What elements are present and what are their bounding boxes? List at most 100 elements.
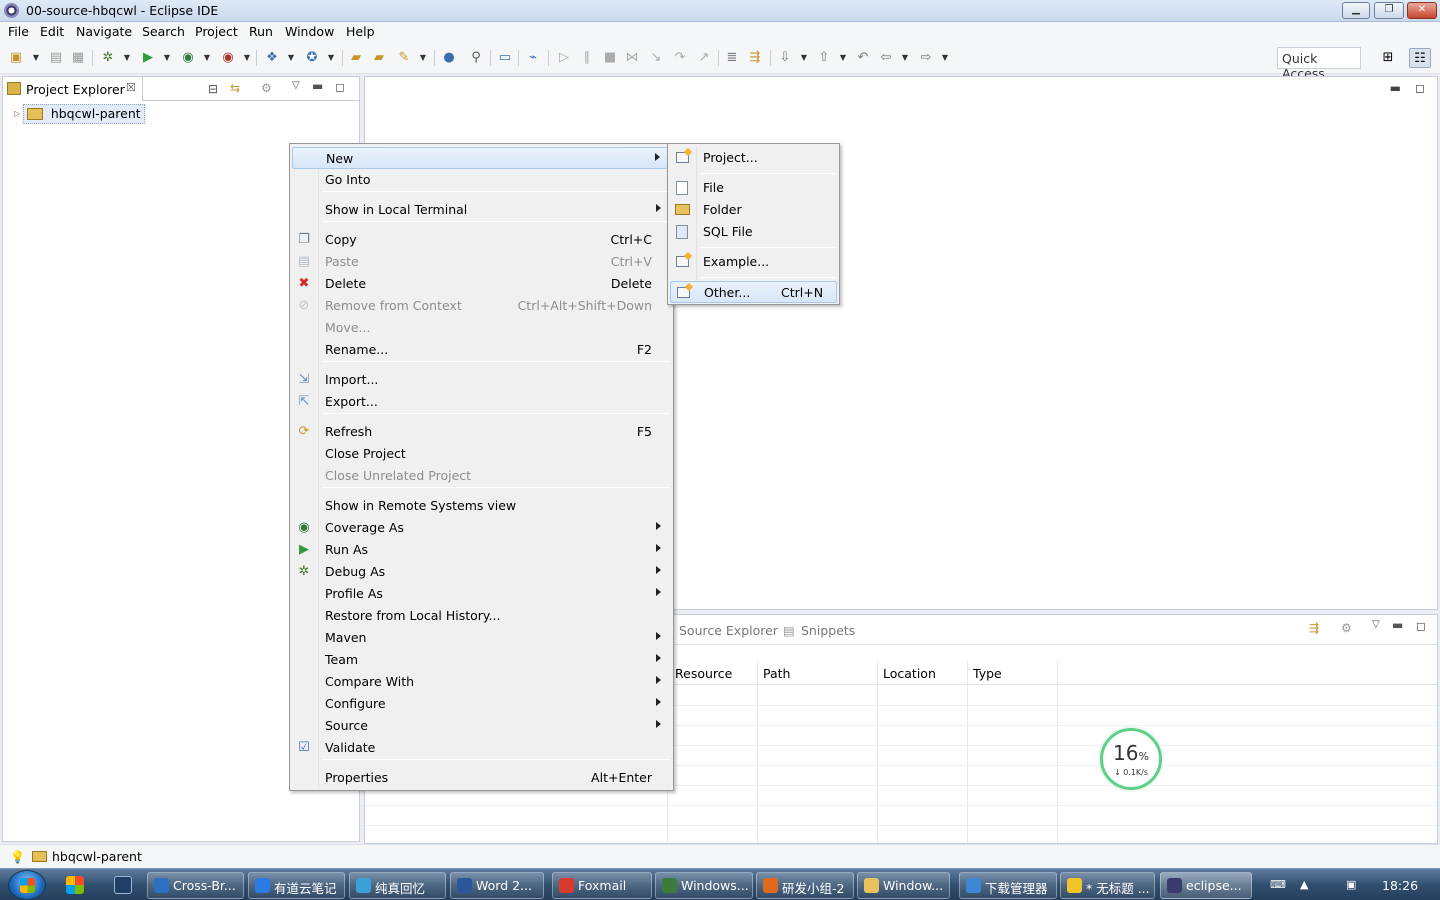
taskbar-item-app-8[interactable]: 下载管理器 (959, 872, 1057, 899)
menu-item-rename[interactable]: Rename... F2 (292, 339, 671, 361)
next-annotation-icon[interactable]: ⇩ (777, 50, 793, 66)
column-header-type[interactable]: Type (973, 666, 1002, 681)
menu-item-paste[interactable]: ▤ Paste Ctrl+V (292, 251, 671, 273)
new-dropdown-icon[interactable]: ▼ (32, 50, 40, 66)
taskbar-item-word-2[interactable]: Word 2... (450, 872, 544, 899)
menu-item-remove-from-context[interactable]: ⊘ Remove from Context Ctrl+Alt+Shift+Down (292, 295, 671, 317)
column-header-resource[interactable]: Resource (675, 666, 732, 681)
column-header-location[interactable]: Location (883, 666, 936, 681)
taskbar-item-windows[interactable]: Windows... (655, 872, 753, 899)
menu-run[interactable]: Run (249, 24, 273, 39)
restore-window-button[interactable]: ❐ (1374, 2, 1404, 19)
maximize-view-icon[interactable]: ◻ (1416, 619, 1426, 633)
menu-item-export[interactable]: ⇱ Export... (292, 391, 671, 413)
last-edit-location-icon[interactable]: ↶ (855, 50, 871, 66)
menu-item-import[interactable]: ⇲ Import... (292, 369, 671, 391)
tree-item-hbqcwl-parent[interactable]: hbqcwl-parent (23, 104, 145, 124)
taskbar-item-window[interactable]: Window... (857, 872, 950, 899)
lightbulb-icon[interactable]: 💡 (10, 850, 25, 864)
menu-item-coverage-as[interactable]: ◉ Coverage As (292, 517, 671, 539)
menu-item-close-project[interactable]: Close Project (292, 443, 671, 465)
menu-item-refresh[interactable]: ⟳ Refresh F5 (292, 421, 671, 443)
menu-window[interactable]: Window (285, 24, 334, 39)
previous-annotation-icon[interactable]: ⇧ (816, 50, 832, 66)
show-desktop-icon[interactable] (114, 876, 132, 894)
open-task-icon[interactable]: ▰ (371, 50, 387, 66)
collapse-all-icon[interactable]: ⊟ (208, 82, 218, 96)
tab-snippets[interactable]: Snippets (801, 623, 855, 638)
toggle-breadcrumb-icon[interactable]: ⚲ (468, 50, 484, 66)
close-icon[interactable]: ☒ (126, 81, 136, 94)
keyboard-icon[interactable]: ⌨ (1270, 878, 1286, 891)
search-dropdown-icon[interactable]: ▼ (419, 50, 427, 66)
project-explorer-tab[interactable]: Project Explorer ☒ (3, 77, 143, 101)
coverage-dropdown-icon[interactable]: ▼ (203, 50, 211, 66)
tab-source-explorer[interactable]: Source Explorer (679, 623, 778, 638)
link-with-editor-icon[interactable]: ⇆ (230, 81, 240, 95)
resume-icon[interactable]: ▷ (556, 50, 572, 66)
external-tools-icon[interactable]: ◉ (220, 50, 236, 66)
network-tray-icon[interactable]: ▣ (1346, 878, 1356, 891)
open-type-icon[interactable]: ▰ (348, 50, 364, 66)
menu-help[interactable]: Help (346, 24, 375, 39)
forward-dropdown-icon[interactable]: ▼ (941, 50, 949, 66)
pin-view-icon[interactable]: ⇶ (1309, 621, 1319, 635)
taskbar-item-2[interactable]: 研发小组-2 (756, 872, 854, 899)
menu-item-new[interactable]: New (292, 147, 671, 169)
external-tools-dropdown-icon[interactable]: ▼ (243, 50, 251, 66)
new-class-icon[interactable]: ✪ (304, 50, 320, 66)
column-header-path[interactable]: Path (763, 666, 790, 681)
disconnect-icon[interactable]: ⋈ (624, 50, 640, 66)
new-wizard-icon[interactable]: ▣ (8, 50, 24, 66)
menu-item-go-into[interactable]: Go Into (292, 169, 671, 191)
menu-item-copy[interactable]: ❐ Copy Ctrl+C (292, 229, 671, 251)
step-into-icon[interactable]: ↘ (648, 50, 664, 66)
back-dropdown-icon[interactable]: ▼ (901, 50, 909, 66)
menu-project[interactable]: Project (195, 24, 238, 39)
minimize-view-icon[interactable]: ▬ (1392, 618, 1403, 632)
menu-file[interactable]: File (8, 24, 29, 39)
view-menu-icon[interactable]: ▽ (292, 80, 300, 91)
menu-item-close-unrelated-project[interactable]: Close Unrelated Project (292, 465, 671, 487)
menu-edit[interactable]: Edit (40, 24, 64, 39)
menu-item-team[interactable]: Team (292, 649, 671, 671)
minimize-window-button[interactable]: ▁ (1342, 2, 1370, 19)
menu-item-properties[interactable]: Properties Alt+Enter (292, 767, 671, 789)
maximize-view-icon[interactable]: ◻ (335, 80, 345, 94)
taskbar-item-app-1[interactable]: 有道云笔记 (248, 872, 345, 899)
new-java-dropdown-icon[interactable]: ▼ (287, 50, 295, 66)
save-icon[interactable]: ▤ (48, 50, 64, 66)
menu-item-move[interactable]: Move... (292, 317, 671, 339)
start-button[interactable] (8, 870, 46, 900)
drop-to-frame-icon[interactable]: ≣ (724, 50, 740, 66)
menu-item-show-in-remote-systems-view[interactable]: Show in Remote Systems view (292, 495, 671, 517)
tray-clock[interactable]: 18:26 (1382, 878, 1418, 893)
taskbar-item-app-2[interactable]: 纯真回忆 (349, 872, 446, 899)
java-ee-perspective-icon[interactable]: ☷ (1409, 48, 1431, 68)
menu-navigate[interactable]: Navigate (76, 24, 132, 39)
minimize-view-icon[interactable]: ▬ (312, 79, 323, 93)
skip-breakpoints-icon[interactable]: ⌁ (525, 50, 541, 66)
suspend-icon[interactable]: ∥ (579, 50, 595, 66)
taskbar-item-foxmail[interactable]: Foxmail (552, 872, 652, 899)
step-return-icon[interactable]: ↗ (696, 50, 712, 66)
debug-icon[interactable]: ✲ (100, 50, 116, 66)
menu-item-validate[interactable]: ☑ Validate (292, 737, 671, 759)
maximize-editor-icon[interactable]: ◻ (1415, 81, 1425, 95)
menu-item-profile-as[interactable]: Profile As (292, 583, 671, 605)
menu-item-configure[interactable]: Configure (292, 693, 671, 715)
menu-item-debug-as[interactable]: ✲ Debug As (292, 561, 671, 583)
run-icon[interactable]: ▶ (140, 50, 156, 66)
submenu-item-file[interactable]: File (670, 177, 837, 199)
menu-item-show-in-local-terminal[interactable]: Show in Local Terminal (292, 199, 671, 221)
menu-item-restore-from-local-history[interactable]: Restore from Local History... (292, 605, 671, 627)
use-step-filters-icon[interactable]: ⇶ (747, 50, 763, 66)
terminal-icon[interactable]: ▭ (497, 50, 513, 66)
quick-launch-icon[interactable] (66, 876, 84, 894)
focus-task-icon[interactable]: ⚙ (1341, 621, 1352, 635)
focus-task-icon[interactable]: ⚙ (261, 81, 272, 95)
menu-item-compare-with[interactable]: Compare With (292, 671, 671, 693)
tray-expand-icon[interactable]: ▲ (1300, 878, 1308, 891)
submenu-item-folder[interactable]: Folder (670, 199, 837, 221)
search-icon[interactable]: ✎ (396, 50, 412, 66)
